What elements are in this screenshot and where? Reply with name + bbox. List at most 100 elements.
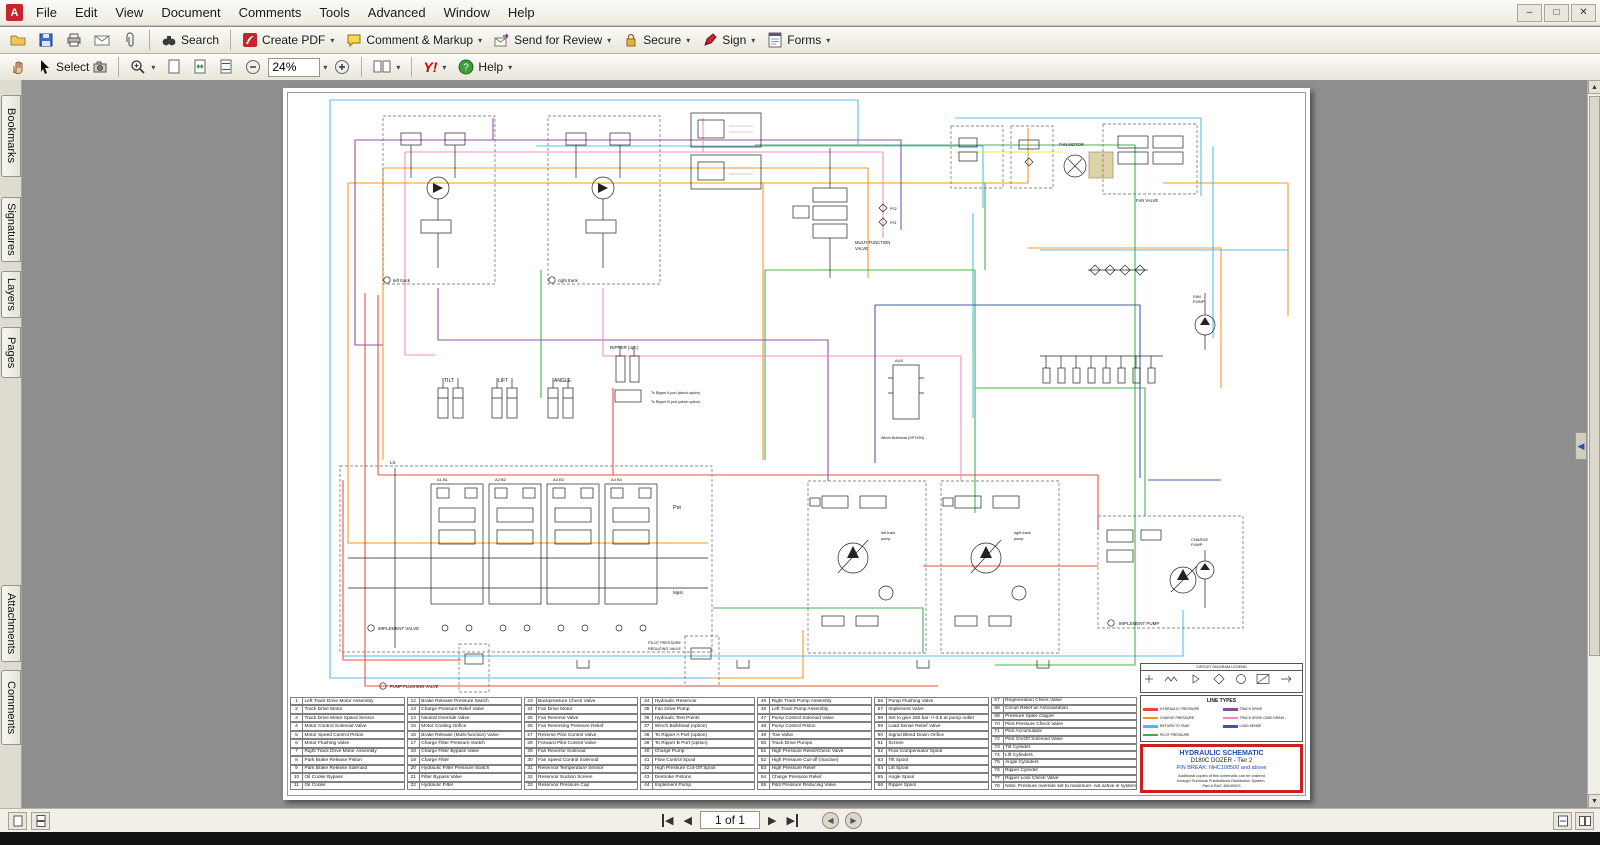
menu-comments[interactable]: Comments (230, 2, 311, 23)
create-pdf-button[interactable]: Create PDF ▾ (237, 29, 339, 52)
dropdown-icon[interactable]: ▾ (330, 36, 334, 45)
minimize-button[interactable]: – (1517, 4, 1542, 22)
parts-label: Fan Speed Control Solenoid (537, 756, 639, 764)
parts-label: Circuit Relief w/ Anticavitation (1004, 705, 1137, 713)
parts-row: 68Circuit Relief w/ Anticavitation (991, 705, 1137, 713)
help-button[interactable]: ? Help ▾ (453, 56, 517, 79)
parts-number: 24 (524, 705, 537, 713)
continuous-view-button[interactable] (31, 812, 50, 830)
menu-edit[interactable]: Edit (66, 2, 106, 23)
scroll-up-arrow[interactable]: ▲ (1588, 80, 1600, 94)
sidebar-tab-bookmarks[interactable]: Bookmarks (1, 95, 21, 177)
parts-label: Lift Cylinders (1004, 751, 1137, 759)
menu-window[interactable]: Window (435, 2, 499, 23)
zoom-out-button[interactable] (240, 56, 266, 79)
dropdown-icon[interactable]: ▾ (508, 63, 512, 72)
zoom-tool-button[interactable]: ▾ (125, 56, 160, 79)
parts-row: 41Flow Control Spool (640, 756, 755, 764)
dropdown-icon[interactable]: ▾ (686, 36, 690, 45)
fit-width-button[interactable] (214, 56, 238, 79)
maximize-button[interactable]: □ (1544, 4, 1569, 22)
yahoo-toolbar-button[interactable]: Y! ▾ (418, 56, 451, 79)
parts-label: Tow Valve (770, 731, 872, 739)
parts-label: Right Track Pump Assembly (770, 697, 872, 705)
pilot-reducing-valve-label2: REDUCING VALVE (648, 647, 681, 651)
create-pdf-label: Create PDF (262, 33, 325, 47)
forms-button[interactable]: Forms ▾ (762, 29, 835, 52)
parts-number: 78 (991, 782, 1004, 790)
menu-document[interactable]: Document (152, 2, 229, 23)
menu-advanced[interactable]: Advanced (359, 2, 435, 23)
hand-tool-button[interactable] (5, 56, 31, 79)
dropdown-icon[interactable]: ▾ (396, 63, 400, 72)
previous-page-button[interactable]: ◀ (681, 813, 693, 828)
zoom-dropdown-icon[interactable]: ▾ (323, 63, 327, 72)
sidebar-tab-comments[interactable]: Comments (1, 670, 21, 745)
parts-number: 8 (290, 756, 303, 764)
send-for-review-button[interactable]: Send for Review ▾ (489, 29, 616, 52)
next-view-button[interactable]: ▶ (845, 812, 862, 829)
parts-number: 76 (991, 767, 1004, 775)
dropdown-icon[interactable]: ▾ (442, 63, 446, 72)
dropdown-icon[interactable]: ▾ (826, 36, 830, 45)
statusbar-resize-button[interactable] (1553, 812, 1572, 830)
zoom-in-button[interactable] (329, 56, 355, 79)
select-tool-button[interactable]: Select (33, 56, 112, 79)
schematic-title: HYDRAULIC SCHEMATIC (1145, 750, 1298, 757)
line-type-entry: RETURN TO TANK (1143, 722, 1221, 731)
parts-label: Pump Control Piston (770, 722, 872, 730)
parts-label: Reservoir Suction Screen (537, 773, 639, 781)
zoom-level-input[interactable] (268, 58, 320, 77)
dropdown-icon[interactable]: ▾ (751, 36, 755, 45)
menu-help[interactable]: Help (499, 2, 544, 23)
legend-column: CIRCUIT DIAGRAM LEGEND (1140, 663, 1303, 793)
parts-label: Reservoir Temperature Sensor (537, 765, 639, 773)
schematic-pin-break: PIN BREAK: NHC108500 and above (1145, 765, 1298, 771)
section3-label: A3 B3 (553, 477, 565, 482)
pane-collapse-arrow[interactable]: ◀ (1575, 432, 1587, 460)
sidebar-tab-layers[interactable]: Layers (1, 271, 21, 318)
statusbar-layout-button[interactable] (1575, 812, 1594, 830)
open-button[interactable] (5, 29, 31, 52)
last-page-button[interactable]: ▶ (784, 813, 799, 828)
sign-button[interactable]: Sign ▾ (697, 29, 760, 52)
attach-button[interactable] (117, 29, 143, 52)
parts-label: Pump Control Solenoid Valve (770, 714, 872, 722)
actual-size-button[interactable] (162, 56, 186, 79)
parts-row: 51High Pressure Relief/Check Valve (757, 748, 872, 756)
window-controls: – □ ✕ (1517, 4, 1600, 22)
page-indicator[interactable]: 1 of 1 (700, 811, 760, 829)
parts-row: 33Reservoir Pressure Cap (524, 782, 639, 790)
vertical-scrollbar[interactable]: ▲ ▼ (1587, 80, 1600, 808)
parts-number: 27 (524, 731, 537, 739)
fit-page-button[interactable] (188, 56, 212, 79)
save-button[interactable] (33, 29, 59, 52)
comment-markup-button[interactable]: Comment & Markup ▾ (341, 29, 487, 52)
print-button[interactable] (61, 29, 87, 52)
dropdown-icon[interactable]: ▾ (151, 63, 155, 72)
dropdown-icon[interactable]: ▾ (478, 36, 482, 45)
menu-tools[interactable]: Tools (310, 2, 358, 23)
scroll-down-arrow[interactable]: ▼ (1588, 794, 1600, 808)
parts-row: 49Tow Valve (757, 731, 872, 739)
previous-view-button[interactable]: ◀ (822, 812, 839, 829)
menu-file[interactable]: File (27, 2, 66, 23)
secure-button[interactable]: Secure ▾ (618, 29, 695, 52)
single-page-view-button[interactable] (8, 812, 27, 830)
sidebar-tab-signatures[interactable]: Signatures (1, 197, 21, 262)
dropdown-icon[interactable]: ▾ (607, 36, 611, 45)
implement-valve-label: IMPLEMENT VALVE (378, 626, 419, 631)
scrollbar-thumb[interactable] (1589, 96, 1600, 656)
sidebar-tab-pages[interactable]: Pages (1, 327, 21, 378)
parts-number: 31 (524, 765, 537, 773)
page-display-button[interactable]: ▾ (368, 56, 405, 79)
menu-view[interactable]: View (106, 2, 152, 23)
email-button[interactable] (89, 29, 115, 52)
parts-label: Filter Bypass Valve (420, 773, 522, 781)
close-button[interactable]: ✕ (1571, 4, 1596, 22)
sidebar-tab-attachments[interactable]: Attachments (1, 585, 21, 662)
first-page-button[interactable]: ◀ (660, 813, 675, 828)
next-page-button[interactable]: ▶ (766, 813, 778, 828)
search-button[interactable]: Search (156, 29, 224, 52)
parts-number: 38 (640, 731, 653, 739)
